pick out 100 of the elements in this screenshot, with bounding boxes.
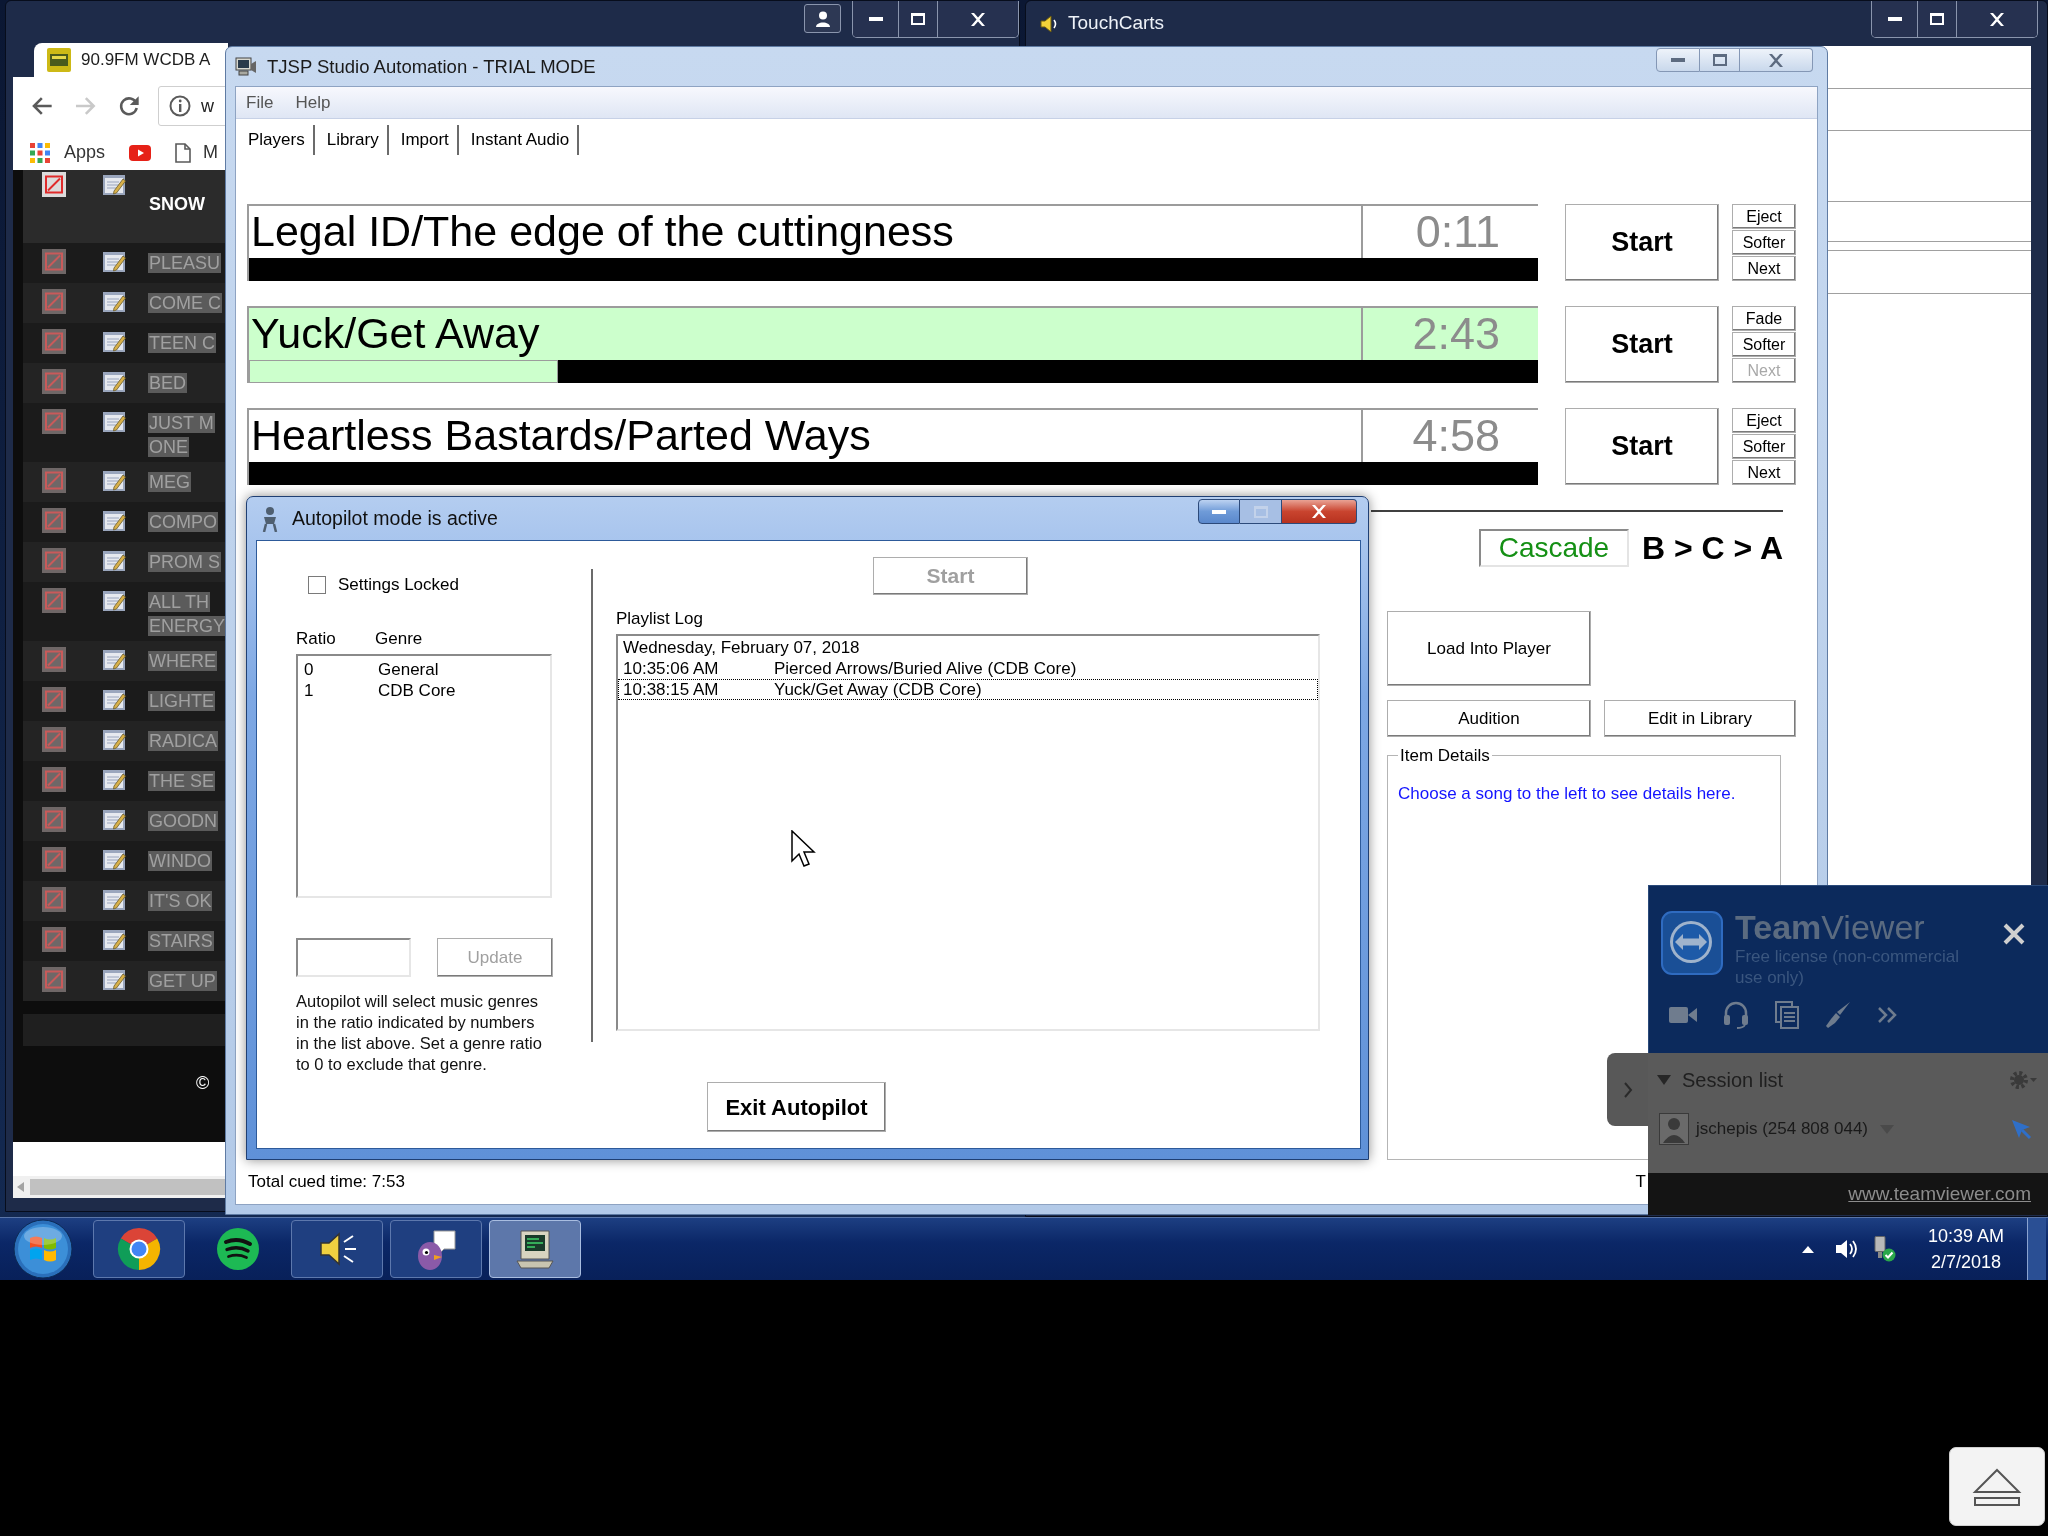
website-link[interactable]: www.teamviewer.com bbox=[1848, 1179, 2031, 1209]
log-entry[interactable]: 10:38:15 AM Yuck/Get Away (CDB Core) bbox=[618, 679, 1318, 700]
song-title[interactable]: SNOW bbox=[148, 192, 206, 216]
slash-square-icon bbox=[42, 887, 66, 912]
up-arrow-icon[interactable] bbox=[1802, 1245, 1814, 1253]
group-label: Item Details bbox=[1399, 745, 1491, 767]
notepad-pencil-icon bbox=[102, 508, 126, 533]
ratio-input[interactable] bbox=[296, 938, 411, 977]
brush-icon[interactable] bbox=[1825, 1001, 1851, 1029]
notepad-pencil-icon bbox=[102, 289, 126, 314]
notepad-pencil-icon bbox=[102, 767, 126, 792]
notepad-pencil-icon bbox=[102, 548, 126, 573]
browser-logo-icon bbox=[117, 1227, 161, 1271]
plug-check-icon[interactable] bbox=[1872, 1236, 1896, 1262]
page-icon bbox=[175, 142, 192, 163]
audition-button[interactable]: Audition bbox=[1387, 700, 1591, 737]
slash-square-icon bbox=[42, 807, 66, 832]
video-camera-icon[interactable] bbox=[1669, 1005, 1697, 1025]
tab[interactable]: Players bbox=[236, 125, 315, 155]
menu-item[interactable]: File bbox=[246, 89, 274, 116]
exit-button[interactable]: Exit Autopilot bbox=[707, 1082, 886, 1132]
load-button[interactable]: Load Into Player bbox=[1387, 611, 1591, 686]
maximize-button[interactable] bbox=[899, 1, 938, 37]
headset-icon[interactable] bbox=[1723, 1001, 1749, 1029]
scrollbar-thumb[interactable] bbox=[30, 1179, 227, 1195]
cascade-toggle[interactable]: Cascade bbox=[1478, 529, 1629, 567]
player-control-button[interactable]: Eject bbox=[1732, 204, 1796, 229]
close-icon[interactable] bbox=[2002, 922, 2026, 946]
grid-icon bbox=[30, 142, 50, 163]
horizontal-scrollbar[interactable] bbox=[13, 1176, 227, 1198]
bookmark-link[interactable]: Apps bbox=[30, 139, 106, 166]
start-button[interactable]: Start bbox=[1565, 204, 1719, 281]
person-icon bbox=[814, 10, 831, 27]
track-time: 2:43 bbox=[1361, 306, 1538, 360]
tab[interactable]: Import bbox=[388, 125, 459, 155]
tab[interactable]: Library bbox=[314, 125, 389, 155]
player-control-button[interactable]: Fade bbox=[1732, 306, 1796, 331]
close-button[interactable] bbox=[938, 1, 1018, 37]
start-button[interactable]: Start bbox=[1565, 408, 1719, 485]
column-header: Ratio bbox=[296, 628, 337, 649]
notepad-pencil-icon bbox=[102, 468, 126, 493]
maximize-button[interactable] bbox=[1918, 1, 1957, 37]
show-desktop-button[interactable] bbox=[2027, 1218, 2046, 1280]
taskbar-button[interactable] bbox=[390, 1220, 482, 1278]
close-icon bbox=[1312, 505, 1326, 518]
play-icon[interactable] bbox=[129, 144, 152, 161]
player-control-button[interactable]: Next bbox=[1732, 256, 1796, 281]
player-control-button[interactable]: Softer bbox=[1732, 434, 1796, 459]
slash-square-icon bbox=[42, 508, 66, 533]
bookmark-link[interactable]: M bbox=[175, 139, 219, 166]
documents-icon[interactable] bbox=[1775, 1001, 1799, 1029]
list-item[interactable]: 0 General bbox=[298, 658, 550, 680]
slash-square-icon bbox=[42, 647, 66, 672]
list-item[interactable]: 1 CDB Core bbox=[298, 679, 550, 701]
taskbar-button[interactable] bbox=[93, 1220, 185, 1278]
slash-square-icon bbox=[42, 468, 66, 493]
copyright-text: © bbox=[196, 1072, 211, 1095]
minimize-icon bbox=[1671, 58, 1685, 62]
browser-tab[interactable]: 90.9FM WCDB A bbox=[34, 43, 228, 77]
status-text: Total cued time: 7:53 bbox=[248, 1171, 405, 1194]
notepad-pencil-icon bbox=[102, 967, 126, 992]
notepad-pencil-icon bbox=[102, 727, 126, 752]
start-orb-icon[interactable] bbox=[13, 1219, 73, 1279]
log-entry[interactable]: 10:35:06 AM Pierced Arrows/Buried Alive (CDB Core) bbox=[618, 658, 1318, 679]
taskbar-button[interactable] bbox=[489, 1220, 581, 1278]
minimize-icon bbox=[868, 17, 883, 21]
checkbox[interactable] bbox=[308, 575, 326, 594]
edit-button[interactable]: Edit in Library bbox=[1604, 700, 1796, 737]
player-control-button[interactable]: Softer bbox=[1732, 332, 1796, 357]
menu-item[interactable]: Help bbox=[295, 89, 331, 116]
close-button[interactable] bbox=[1740, 48, 1813, 72]
checkbox-label: Settings Locked bbox=[338, 574, 459, 596]
player-control-button[interactable]: Eject bbox=[1732, 408, 1796, 433]
speaker-icon[interactable] bbox=[1835, 1238, 1859, 1260]
computer-speaker-icon bbox=[235, 55, 257, 78]
reload-icon[interactable] bbox=[118, 95, 140, 117]
start-button[interactable]: Start bbox=[1565, 306, 1719, 383]
close-button[interactable] bbox=[1282, 499, 1357, 524]
player-control-button[interactable]: Next bbox=[1732, 460, 1796, 485]
notepad-pencil-icon bbox=[102, 588, 126, 613]
window-title: TouchCarts bbox=[1068, 11, 1165, 36]
slash-square-icon bbox=[42, 289, 66, 314]
details-message: Choose a song to the left to see details here. bbox=[1398, 782, 1737, 805]
minimize-button[interactable] bbox=[1872, 1, 1918, 37]
close-button[interactable] bbox=[1957, 1, 2037, 37]
profile-button[interactable] bbox=[804, 4, 841, 33]
minimize-button[interactable] bbox=[853, 1, 899, 37]
player-control-button[interactable]: Softer bbox=[1732, 230, 1796, 255]
double-chevron-icon[interactable] bbox=[1877, 1006, 1897, 1024]
notepad-pencil-icon bbox=[102, 687, 126, 712]
minimize-button[interactable] bbox=[1198, 499, 1240, 524]
back-icon[interactable] bbox=[31, 96, 53, 116]
log-entry[interactable]: Wednesday, February 07, 2018 bbox=[618, 637, 1318, 658]
notepad-pencil-icon bbox=[102, 369, 126, 394]
minimize-icon bbox=[1212, 509, 1226, 514]
eject-button[interactable] bbox=[1949, 1447, 2045, 1526]
taskbar-button[interactable] bbox=[291, 1220, 383, 1278]
tab[interactable]: Instant Audio bbox=[458, 125, 580, 155]
help-text: Autopilot will select music genres in the ratio indicated by numbers in the list above. Set a genre ratio to 0 to exclude that genre. bbox=[296, 991, 543, 1075]
column-header: Genre bbox=[375, 628, 423, 649]
